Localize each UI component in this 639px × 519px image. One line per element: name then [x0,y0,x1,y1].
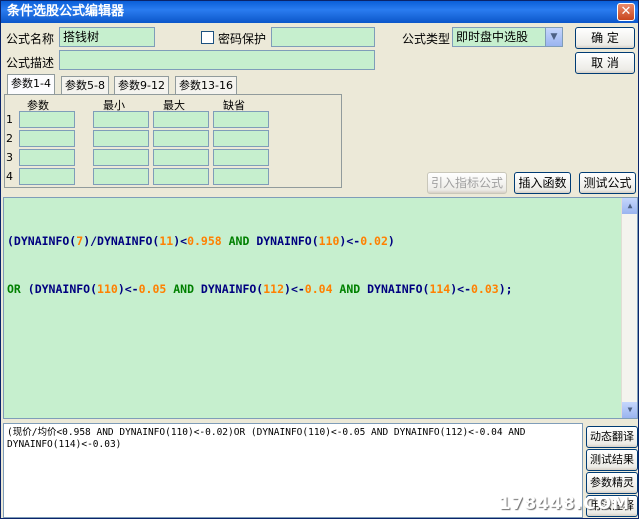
code-token: )<- [117,282,139,296]
code-token: 0.05 [138,282,167,296]
param-2-max[interactable] [153,130,209,147]
param-3-default[interactable] [213,149,269,166]
scroll-down-icon[interactable]: ▼ [622,402,637,418]
tab-params-1-4[interactable]: 参数1-4 [7,74,55,95]
code-token: ); [498,282,513,296]
code-token: 110 [97,282,118,296]
code-token: OR [7,282,28,296]
code-token: 0.958 [187,234,222,248]
formula-name-input[interactable]: 搭钱树 [59,27,155,47]
tab-params-5-8[interactable]: 参数5-8 [61,76,109,94]
editor-scrollbar[interactable]: ▲ ▼ [621,198,637,418]
param-4-default[interactable] [213,168,269,185]
code-token: DYNAINFO( [367,282,430,296]
param-1-name[interactable] [19,111,75,128]
param-row-label: 4 [6,170,13,183]
formula-type-select[interactable]: 即时盘中选股 ▼ [452,27,563,47]
param-4-max[interactable] [153,168,209,185]
formula-type-label: 公式类型 [402,32,451,46]
close-button[interactable]: ✕ [617,3,635,21]
chevron-down-icon[interactable]: ▼ [545,28,562,46]
param-2-default[interactable] [213,130,269,147]
test-results-button[interactable]: 测试结果 [586,449,638,471]
code-token: AND [221,234,257,248]
window-title: 条件选股公式编辑器 [7,4,125,19]
param-3-name[interactable] [19,149,75,166]
param-1-min[interactable] [93,111,149,128]
watermark-text: 178448.COM [498,494,630,514]
import-indicator-button[interactable]: 引入指标公式 [427,172,507,194]
param-2-min[interactable] [93,130,149,147]
param-4-name[interactable] [19,168,75,185]
param-row-label: 1 [6,113,13,126]
code-token: )<- [339,234,361,248]
code-token: )< [173,234,188,248]
password-protect-checkbox[interactable] [201,31,214,44]
password-protect-label: 密码保护 [218,32,267,46]
code-token: 114 [429,282,451,296]
param-row-label: 3 [6,151,13,164]
tab-params-9-12[interactable]: 参数9-12 [114,76,169,94]
formula-code-editor[interactable]: (DYNAINFO(7)/DYNAINFO(11)<0.958 AND DYNA… [3,197,638,419]
code-token: DYNAINFO( [256,234,319,248]
insert-function-button[interactable]: 插入函数 [514,172,571,194]
formula-desc-label: 公式描述 [6,56,55,70]
dynamic-translate-button[interactable]: 动态翻译 [586,426,638,448]
cancel-button[interactable]: 取 消 [575,52,635,74]
param-row-label: 2 [6,132,13,145]
tab-params-13-16[interactable]: 参数13-16 [175,76,237,94]
code-token: AND [332,282,368,296]
param-1-default[interactable] [213,111,269,128]
formula-name-label: 公式名称 [6,32,55,46]
code-token: 11 [159,234,174,248]
code-line-2: OR (DYNAINFO(110)<-0.05 AND DYNAINFO(112… [7,281,634,297]
test-formula-button[interactable]: 测试公式 [579,172,636,194]
code-token: 0.02 [360,234,388,248]
code-token: AND [166,282,201,296]
scroll-up-icon[interactable]: ▲ [622,198,637,214]
code-token: 0.04 [304,282,333,296]
title-bar: 条件选股公式编辑器 ✕ [1,1,638,23]
code-token: 110 [318,234,340,248]
code-token: )/DYNAINFO( [83,234,160,248]
code-line-1: (DYNAINFO(7)/DYNAINFO(11)<0.958 AND DYNA… [7,233,634,249]
param-2-name[interactable] [19,130,75,147]
code-token: DYNAINFO( [200,282,264,296]
param-3-max[interactable] [153,149,209,166]
translation-output: (现价/均价<0.958 AND DYNAINFO(110)<-0.02)OR … [3,423,583,518]
code-token: 112 [263,282,285,296]
param-3-min[interactable] [93,149,149,166]
password-input[interactable] [271,27,375,47]
code-token: )<- [450,282,471,296]
code-token: ) [387,234,395,248]
param-wizard-button[interactable]: 参数精灵 [586,472,638,494]
ok-button[interactable]: 确 定 [575,27,635,49]
param-4-min[interactable] [93,168,149,185]
param-1-max[interactable] [153,111,209,128]
code-token: )<- [284,282,305,296]
code-token: (DYNAINFO( [27,282,98,296]
formula-editor-window: 条件选股公式编辑器 ✕ 公式名称 搭钱树 密码保护 公式类型 即时盘中选股 ▼ … [0,0,639,519]
formula-type-value: 即时盘中选股 [456,30,529,44]
formula-desc-input[interactable] [59,50,375,70]
code-token: (DYNAINFO( [7,234,77,248]
code-token: 0.03 [471,282,499,296]
